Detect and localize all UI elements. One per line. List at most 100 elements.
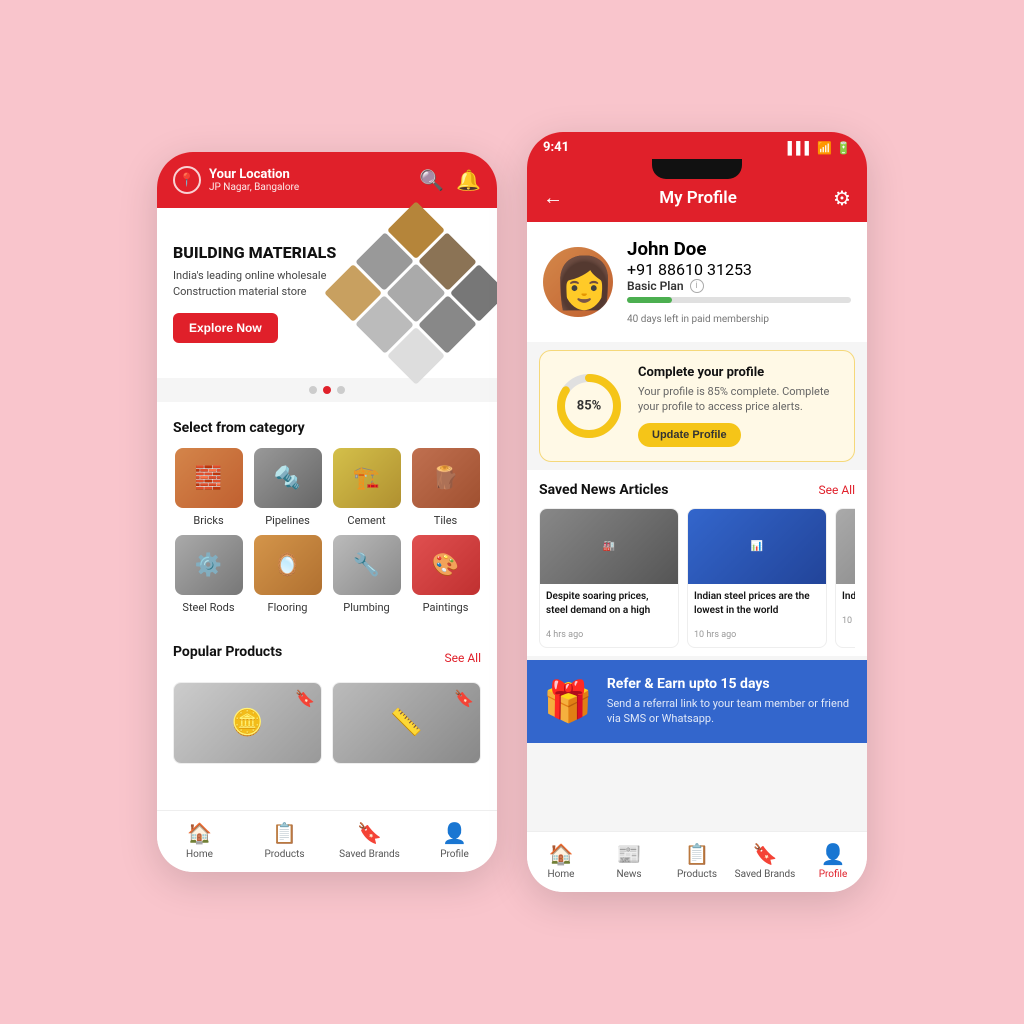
- news-time-1: 4 hrs ago: [546, 630, 583, 640]
- p2-body: John Doe +91 88610 31253 Basic Plan i 40…: [527, 222, 867, 842]
- location-text-group: Your Location JP Nagar, Bangalore: [209, 167, 299, 193]
- popular-products-section: Popular Products See All 🪙 🔖 📏 🔖: [157, 632, 497, 776]
- plan-row: Basic Plan i: [627, 279, 851, 293]
- products-row: 🪙 🔖 📏 🔖: [173, 682, 481, 764]
- donut-container: 85%: [554, 371, 624, 441]
- category-flooring[interactable]: 🪞 Flooring: [252, 535, 323, 614]
- p1-header-left: 📍 Your Location JP Nagar, Bangalore: [173, 166, 299, 194]
- news-card-1-body: Despite soaring prices, steel demand on …: [540, 584, 678, 647]
- news-card-3[interactable]: 📰 India dele... 10 hr...: [835, 508, 855, 648]
- profile-name: John Doe: [627, 238, 851, 260]
- news-see-all[interactable]: See All: [819, 483, 856, 497]
- news-cards: 🏭 Despite soaring prices, steel demand o…: [539, 508, 855, 648]
- info-icon[interactable]: i: [690, 279, 704, 293]
- phone-1: 📍 Your Location JP Nagar, Bangalore 🔍 🔔 …: [157, 152, 497, 872]
- dot-2[interactable]: [323, 386, 331, 394]
- nav-saved-brands[interactable]: 🔖 Saved Brands: [327, 821, 412, 860]
- profile-phone: +91 88610 31253: [627, 260, 851, 279]
- p2-nav-news[interactable]: 📰 News: [595, 842, 663, 880]
- home-label: Home: [186, 849, 213, 860]
- news-card-3-body: India dele... 10 hr...: [836, 584, 855, 633]
- news-card-1[interactable]: 🏭 Despite soaring prices, steel demand o…: [539, 508, 679, 648]
- explore-button[interactable]: Explore Now: [173, 313, 278, 343]
- banner: BUILDING MATERIALS India's leading onlin…: [157, 208, 497, 378]
- p2-saved-icon: 🔖: [753, 842, 778, 866]
- news-title-3: India dele...: [842, 590, 855, 604]
- popular-title: Popular Products: [173, 644, 282, 660]
- bookmark-icon-2[interactable]: 🔖: [454, 689, 474, 708]
- update-profile-button[interactable]: Update Profile: [638, 423, 741, 447]
- category-steelrods[interactable]: ⚙️ Steel Rods: [173, 535, 244, 614]
- refer-subtitle: Send a referral link to your team member…: [607, 696, 851, 727]
- cat-label-pipelines: Pipelines: [265, 514, 310, 527]
- news-img-3: 📰: [836, 509, 855, 584]
- complete-subtitle: Your profile is 85% complete. Complete y…: [638, 384, 840, 415]
- news-section: Saved News Articles See All 🏭 Despite so…: [527, 470, 867, 656]
- category-cement[interactable]: 🏗️ Cement: [331, 448, 402, 527]
- dot-1[interactable]: [309, 386, 317, 394]
- p1-header: 📍 Your Location JP Nagar, Bangalore 🔍 🔔: [157, 152, 497, 208]
- bell-icon[interactable]: 🔔: [456, 168, 481, 192]
- p2-nav-profile[interactable]: 👤 Profile: [799, 842, 867, 880]
- news-time-2: 10 hrs ago: [694, 630, 736, 640]
- category-section: Select from category 🧱 Bricks 🔩 Pipeline…: [157, 408, 497, 626]
- complete-profile-card: 85% Complete your profile Your profile i…: [539, 350, 855, 462]
- p2-status-icons: ▌▌▌ 📶 🔋: [788, 141, 851, 155]
- donut-label: 85%: [577, 398, 602, 413]
- p2-nav-saved-brands[interactable]: 🔖 Saved Brands: [731, 842, 799, 880]
- nav-profile[interactable]: 👤 Profile: [412, 821, 497, 860]
- category-plumbing[interactable]: 🔧 Plumbing: [331, 535, 402, 614]
- p2-header: ← My Profile ⚙: [527, 173, 867, 222]
- p2-nav-home[interactable]: 🏠 Home: [527, 842, 595, 880]
- news-title: Saved News Articles: [539, 482, 668, 498]
- news-img-1: 🏭: [540, 509, 678, 584]
- cat-img-tiles: 🪵: [412, 448, 480, 508]
- cat-img-flooring: 🪞: [254, 535, 322, 595]
- products-icon: 📋: [272, 821, 297, 845]
- back-button[interactable]: ←: [543, 185, 563, 210]
- location-icon: 📍: [173, 166, 201, 194]
- phones-container: 📍 Your Location JP Nagar, Bangalore 🔍 🔔 …: [157, 132, 867, 892]
- cat-img-cement: 🏗️: [333, 448, 401, 508]
- see-all-link[interactable]: See All: [445, 651, 482, 665]
- profile-icon: 👤: [442, 821, 467, 845]
- news-card-2-body: Indian steel prices are the lowest in th…: [688, 584, 826, 647]
- category-pipelines[interactable]: 🔩 Pipelines: [252, 448, 323, 527]
- product-card-2[interactable]: 📏 🔖: [332, 682, 481, 764]
- search-icon[interactable]: 🔍: [419, 168, 444, 192]
- settings-icon[interactable]: ⚙: [833, 186, 851, 210]
- wifi-icon: 📶: [817, 141, 832, 155]
- banner-dots: [157, 378, 497, 402]
- location-label: Your Location: [209, 167, 299, 182]
- p2-nav-products[interactable]: 📋 Products: [663, 842, 731, 880]
- news-title-2: Indian steel prices are the lowest in th…: [694, 590, 820, 618]
- category-paintings[interactable]: 🎨 Paintings: [410, 535, 481, 614]
- news-card-2[interactable]: 📊 Indian steel prices are the lowest in …: [687, 508, 827, 648]
- refer-card[interactable]: 🎁 Refer & Earn upto 15 days Send a refer…: [527, 660, 867, 743]
- product-card-1[interactable]: 🪙 🔖: [173, 682, 322, 764]
- dot-3[interactable]: [337, 386, 345, 394]
- cat-label-paintings: Paintings: [423, 601, 469, 614]
- nav-products[interactable]: 📋 Products: [242, 821, 327, 860]
- category-title: Select from category: [173, 420, 481, 436]
- products-label: Products: [264, 849, 304, 860]
- bookmark-icon-1[interactable]: 🔖: [295, 689, 315, 708]
- avatar: [543, 247, 613, 317]
- progress-bar-bg: [627, 297, 851, 303]
- category-tiles[interactable]: 🪵 Tiles: [410, 448, 481, 527]
- cat-label-plumbing: Plumbing: [343, 601, 389, 614]
- popular-section-header: Popular Products See All: [173, 644, 481, 672]
- category-bricks[interactable]: 🧱 Bricks: [173, 448, 244, 527]
- news-header: Saved News Articles See All: [539, 482, 855, 498]
- p2-profile-icon: 👤: [821, 842, 846, 866]
- p2-home-label: Home: [548, 869, 575, 880]
- p2-home-icon: 🏠: [549, 842, 574, 866]
- battery-icon: 🔋: [836, 141, 851, 155]
- news-img-2: 📊: [688, 509, 826, 584]
- p2-products-icon: 📋: [685, 842, 710, 866]
- nav-home[interactable]: 🏠 Home: [157, 821, 242, 860]
- progress-bar-fill: [627, 297, 672, 303]
- saved-brands-label: Saved Brands: [339, 849, 400, 860]
- saved-brands-icon: 🔖: [357, 821, 382, 845]
- home-icon: 🏠: [187, 821, 212, 845]
